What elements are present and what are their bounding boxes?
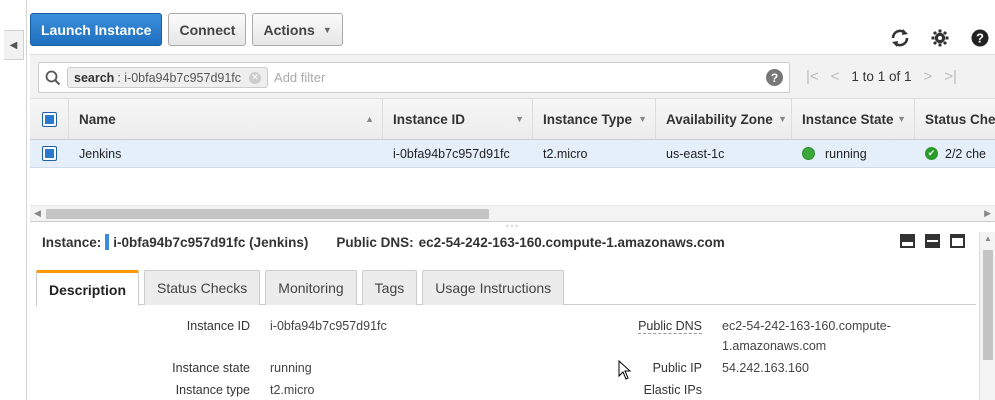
left-nav-strip: ◀ [0, 0, 27, 400]
filter-token[interactable]: search : i-0bfa94b7c957d91fc ✕ [67, 67, 269, 88]
detail-header: Instance: i-0bfa94b7c957d91fc (Jenkins) … [42, 234, 725, 250]
column-header-status-checks[interactable]: Status Che [915, 99, 995, 139]
column-header-name[interactable]: Name ▲ [69, 99, 383, 139]
caret-down-icon: ▼ [322, 24, 332, 35]
sort-icon: ▼ [778, 114, 787, 124]
vertical-scrollbar[interactable]: ▲ [979, 232, 995, 400]
filter-token-value: i-0bfa94b7c957d91fc [124, 70, 242, 85]
chevron-left-icon: ◀ [9, 39, 18, 51]
table-header: Name ▲ Instance ID ▼ Instance Type ▼ Availa… [30, 98, 995, 140]
next-page-icon[interactable]: > [923, 68, 932, 85]
tab-usage-instructions[interactable]: Usage Instructions [422, 270, 565, 305]
column-header-instance-type[interactable]: Instance Type ▼ [533, 99, 656, 139]
help-icon[interactable]: ? [969, 27, 991, 49]
instance-color-bar [105, 234, 110, 250]
toolbar: Launch Instance Connect Actions ▼ [30, 13, 343, 47]
field-label-elastic-ips: Elastic IPs [643, 383, 702, 397]
cell-status-checks: ✔ 2/2 che [915, 140, 995, 167]
tab-monitoring[interactable]: Monitoring [265, 270, 357, 305]
cell-name: Jenkins [79, 146, 122, 161]
public-dns-label: Public DNS: [336, 234, 414, 250]
field-value-public-dns-line2: 1.amazonaws.com [722, 339, 827, 353]
prev-page-icon[interactable]: < [831, 68, 840, 85]
field-value-public-ip: 54.242.163.160 [722, 361, 809, 375]
connect-button[interactable]: Connect [168, 13, 247, 46]
tab-status-checks[interactable]: Status Checks [144, 270, 261, 305]
layout-bottom-large-icon[interactable] [900, 234, 915, 248]
column-header-instance-id[interactable]: Instance ID ▼ [383, 99, 533, 139]
field-label-instance-state: Instance state [172, 361, 250, 375]
tab-description[interactable]: Description [36, 270, 140, 306]
filter-token-key: search [74, 70, 115, 85]
instance-value: i-0bfa94b7c957d91fc (Jenkins) [113, 234, 309, 250]
scroll-up-icon[interactable]: ▲ [984, 234, 992, 243]
pane-layout-icons [900, 234, 965, 248]
svg-text:?: ? [976, 31, 984, 46]
collapse-nav-button[interactable]: ◀ [4, 30, 24, 60]
first-page-icon[interactable]: |< [806, 68, 819, 85]
remove-filter-icon[interactable]: ✕ [249, 71, 262, 84]
launch-instance-button[interactable]: Launch Instance [30, 13, 163, 46]
field-value-instance-type: t2.micro [270, 383, 315, 397]
public-dns-value: ec2-54-242-163-160.compute-1.amazonaws.c… [418, 234, 725, 250]
filter-bar: search : i-0bfa94b7c957d91fc ✕ Add filte… [30, 54, 995, 98]
field-label-instance-type: Instance type [175, 383, 250, 397]
instance-label: Instance: [42, 234, 102, 250]
field-value-instance-id: i-0bfa94b7c957d91fc [270, 319, 387, 333]
cell-instance-state: running [792, 140, 915, 167]
select-all-checkbox[interactable] [41, 111, 57, 127]
horizontal-scrollbar[interactable]: ◀ ▶ [30, 205, 995, 221]
vertical-scrollbar-thumb[interactable] [983, 250, 993, 360]
pane-splitter[interactable]: ◦◦◦ [30, 221, 995, 232]
refresh-icon[interactable] [889, 27, 911, 49]
scroll-left-icon[interactable]: ◀ [34, 208, 41, 219]
pagination-text: 1 to 1 of 1 [851, 69, 912, 84]
instances-table: Name ▲ Instance ID ▼ Instance Type ▼ Availa… [30, 98, 995, 168]
select-all-checkbox-cell[interactable] [30, 99, 69, 139]
scroll-right-icon[interactable]: ▶ [984, 208, 991, 219]
ec2-console: ◀ Launch Instance Connect Actions ▼ ? se… [0, 0, 995, 400]
sort-asc-icon: ▲ [365, 114, 374, 124]
row-checkbox-cell[interactable] [30, 140, 69, 167]
running-status-icon [802, 147, 815, 160]
row-checkbox[interactable] [42, 146, 57, 161]
search-input[interactable]: search : i-0bfa94b7c957d91fc ✕ Add filte… [38, 62, 790, 93]
actions-label: Actions [263, 21, 315, 38]
sort-icon: ▼ [515, 114, 524, 124]
toolbar-icons: ? [889, 27, 991, 49]
add-filter-placeholder[interactable]: Add filter [274, 70, 325, 85]
sort-icon: ▼ [638, 114, 647, 124]
sort-icon: ▼ [897, 114, 906, 124]
actions-button[interactable]: Actions ▼ [252, 13, 343, 46]
column-header-instance-state[interactable]: Instance State ▼ [792, 99, 915, 139]
field-label-instance-id: Instance ID [186, 319, 250, 333]
mouse-cursor-icon [618, 359, 632, 383]
search-icon [39, 70, 67, 86]
filter-help-icon[interactable]: ? [766, 69, 783, 86]
table-row[interactable]: Jenkins i-0bfa94b7c957d91fc t2.micro us-… [30, 140, 995, 168]
field-value-public-dns-line1: ec2-54-242-163-160.compute- [722, 319, 891, 333]
tab-tags[interactable]: Tags [361, 270, 418, 305]
cell-instance-id: i-0bfa94b7c957d91fc [393, 146, 510, 161]
layout-top-large-icon[interactable] [950, 234, 965, 248]
check-passed-icon: ✔ [925, 147, 938, 160]
layout-split-icon[interactable] [925, 234, 940, 248]
cell-availability-zone: us-east-1c [666, 146, 725, 161]
cell-instance-type: t2.micro [543, 146, 588, 161]
pagination: |< < 1 to 1 of 1 > >| [806, 68, 957, 85]
field-value-instance-state: running [270, 361, 312, 375]
column-header-availability-zone[interactable]: Availability Zone ▼ [656, 99, 792, 139]
drag-handle-icon[interactable]: ◦◦◦ [506, 221, 520, 232]
scrollbar-thumb[interactable] [46, 209, 489, 219]
field-label-public-dns[interactable]: Public DNS [638, 319, 702, 334]
gear-icon[interactable] [929, 27, 951, 49]
detail-tabs: Description Status Checks Monitoring Tag… [36, 270, 976, 306]
field-label-public-ip: Public IP [652, 361, 702, 375]
last-page-icon[interactable]: >| [944, 68, 957, 85]
